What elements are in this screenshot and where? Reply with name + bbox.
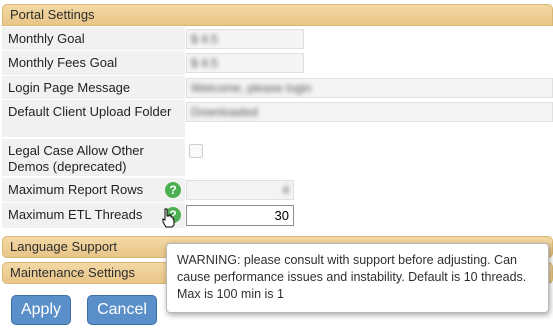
cancel-button[interactable]: Cancel <box>87 295 157 325</box>
portal-settings-form: Portal Settings Monthly Goal $ 4.5 Month… <box>0 0 553 333</box>
legal-case-allow-other-demos-checkbox[interactable] <box>189 144 203 158</box>
field-label-legal-case-allow-other-demos: Legal Case Allow Other Demos (deprecated… <box>2 139 185 177</box>
maximum-report-rows-input[interactable]: 4 <box>186 180 294 200</box>
login-page-message-input[interactable]: Welcome, please login <box>186 78 553 98</box>
default-client-upload-folder-input[interactable]: Downloaded <box>186 102 553 122</box>
monthly-fees-goal-input[interactable]: $ 4.5 <box>186 53 304 73</box>
section-header-portal-settings[interactable]: Portal Settings <box>2 4 553 26</box>
hand-pointer-icon <box>162 208 175 228</box>
monthly-goal-input[interactable]: $ 4.5 <box>186 29 304 49</box>
apply-button[interactable]: Apply <box>11 295 71 325</box>
field-label-maximum-etl-threads: Maximum ETL Threads <box>2 203 185 229</box>
field-label-maximum-report-rows: Maximum Report Rows <box>2 178 185 203</box>
maximum-etl-threads-input[interactable]: 30 <box>186 205 294 226</box>
field-label-login-page-message: Login Page Message <box>2 76 185 100</box>
field-label-monthly-goal: Monthly Goal <box>2 27 185 51</box>
help-icon[interactable]: ? <box>165 182 181 198</box>
field-label-monthly-fees-goal: Monthly Fees Goal <box>2 51 185 76</box>
help-tooltip: WARNING: please consult with support bef… <box>166 243 549 313</box>
field-label-default-client-upload-folder: Default Client Upload Folder <box>2 100 185 138</box>
